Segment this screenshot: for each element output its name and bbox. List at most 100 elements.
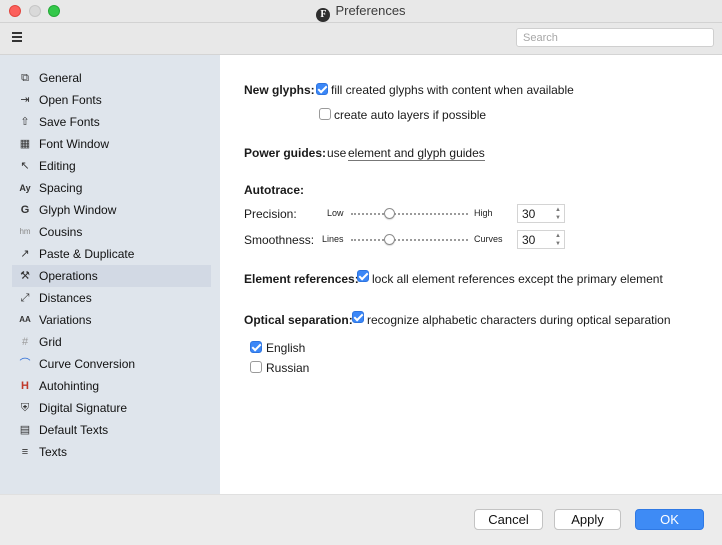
stepper-up-icon[interactable]: ▲ (555, 233, 561, 239)
sidebar-item-label: Cousins (39, 225, 83, 239)
sidebar-item-label: Autohinting (39, 379, 100, 393)
power-guides-prefix: use (327, 146, 347, 160)
glyph-window-icon: G (20, 204, 30, 216)
lock-references-checkbox[interactable] (357, 270, 369, 282)
sidebar-item-label: Texts (39, 445, 68, 459)
stepper-up-icon[interactable]: ▲ (555, 207, 561, 213)
sidebar-item-distances[interactable]: ⤢ Distances (12, 287, 211, 309)
sidebar-item-label: Operations (39, 269, 98, 283)
sidebar-item-default-texts[interactable]: ▤ Default Texts (12, 419, 211, 441)
fill-glyphs-text: fill created glyphs with content when av… (331, 83, 574, 97)
sidebar: ⧉ General ⇥ Open Fonts ⇧ Save Fonts ▦ Font W… (0, 55, 220, 494)
apply-button[interactable]: Apply (554, 509, 621, 530)
sidebar-item-label: Editing (39, 159, 76, 173)
smoothness-curves-label: Curves (474, 234, 503, 244)
optical-separation-label: Optical separation: (244, 313, 353, 327)
sidebar-item-label: Curve Conversion (39, 357, 136, 371)
russian-checkbox[interactable] (250, 361, 262, 373)
sidebar-item-label: Font Window (39, 137, 110, 151)
ok-button[interactable]: OK (635, 509, 704, 530)
hamburger-menu-icon[interactable] (12, 32, 22, 42)
element-glyph-guides-link[interactable]: element and glyph guides (348, 146, 485, 161)
sidebar-item-label: Save Fonts (39, 115, 100, 129)
sidebar-item-operations[interactable]: ⚒ Operations (12, 265, 211, 287)
autohinting-icon: H (21, 380, 29, 392)
app-icon: F (316, 8, 331, 22)
footer: Cancel Apply OK (0, 494, 722, 545)
window-title-text: Preferences (335, 3, 406, 18)
english-label: English (266, 341, 306, 355)
sidebar-item-label: Grid (39, 335, 62, 349)
sidebar-item-label: Glyph Window (39, 203, 117, 217)
fill-glyphs-checkbox[interactable] (316, 83, 328, 95)
operations-panel: New glyphs: fill created glyphs with con… (220, 55, 722, 494)
sidebar-item-general[interactable]: ⧉ General (12, 67, 211, 89)
smoothness-stepper[interactable]: 30 ▲ ▼ (517, 230, 565, 249)
precision-label: Precision: (244, 207, 297, 221)
smoothness-value[interactable]: 30 (522, 233, 535, 247)
auto-layers-checkbox[interactable] (319, 108, 331, 120)
variations-icon: AA (19, 315, 31, 324)
spacing-icon: Ay (19, 183, 31, 193)
sidebar-item-editing[interactable]: ↖ Editing (12, 155, 211, 177)
auto-layers-text: create auto layers if possible (334, 108, 487, 122)
wrench-icon: ⚒ (20, 270, 30, 282)
russian-label: Russian (266, 361, 310, 375)
sidebar-item-paste-duplicate[interactable]: ↗ Paste & Duplicate (12, 243, 211, 265)
lock-references-text: lock all element references except the p… (372, 272, 663, 286)
sidebar-item-label: Open Fonts (39, 93, 102, 107)
grid-icon: # (21, 336, 29, 348)
smoothness-lines-label: Lines (322, 234, 344, 244)
sidebar-item-autohinting[interactable]: H Autohinting (12, 375, 211, 397)
cancel-button[interactable]: Cancel (474, 509, 543, 530)
sidebar-item-label: Spacing (39, 181, 83, 195)
sidebar-item-save-fonts[interactable]: ⇧ Save Fonts (12, 111, 211, 133)
title-bar: F Preferences (0, 0, 722, 23)
stepper-down-icon[interactable]: ▼ (555, 215, 561, 221)
sidebar-item-font-window[interactable]: ▦ Font Window (12, 133, 211, 155)
smoothness-label: Smoothness: (244, 233, 315, 247)
sidebar-item-variations[interactable]: AA Variations (12, 309, 211, 331)
precision-high-label: High (474, 208, 493, 218)
sidebar-item-label: Paste & Duplicate (39, 247, 135, 261)
autotrace-label: Autotrace: (244, 183, 305, 197)
general-icon: ⧉ (21, 72, 29, 84)
sidebar-item-cousins[interactable]: hm Cousins (12, 221, 211, 243)
smoothness-slider-knob[interactable] (384, 234, 396, 245)
power-guides-label: Power guides: (244, 146, 327, 160)
sidebar-item-digital-signature[interactable]: ⛨ Digital Signature (12, 397, 211, 419)
open-fonts-icon: ⇥ (20, 94, 30, 106)
sidebar-item-label: Distances (39, 291, 92, 305)
stepper-down-icon[interactable]: ▼ (555, 241, 561, 247)
window-title: F Preferences (0, 3, 722, 22)
sidebar-item-texts[interactable]: ≡ Texts (12, 441, 211, 463)
element-references-label: Element references: (244, 272, 359, 286)
cousins-icon: hm (19, 227, 31, 236)
sidebar-item-grid[interactable]: # Grid (12, 331, 211, 353)
precision-slider-track[interactable] (351, 213, 468, 215)
sidebar-item-label: General (39, 71, 82, 85)
toolbar (0, 23, 722, 55)
paste-duplicate-icon: ↗ (20, 248, 30, 260)
precision-low-label: Low (327, 208, 344, 218)
english-checkbox[interactable] (250, 341, 262, 353)
precision-slider-knob[interactable] (384, 208, 396, 219)
precision-value[interactable]: 30 (522, 207, 535, 221)
search-input[interactable] (516, 28, 714, 47)
sidebar-item-label: Digital Signature (39, 401, 128, 415)
sidebar-item-label: Default Texts (39, 423, 109, 437)
sidebar-item-glyph-window[interactable]: G Glyph Window (12, 199, 211, 221)
precision-stepper[interactable]: 30 ▲ ▼ (517, 204, 565, 223)
sidebar-item-spacing[interactable]: Ay Spacing (12, 177, 211, 199)
texts-icon: ≡ (21, 446, 29, 458)
save-fonts-icon: ⇧ (20, 116, 30, 128)
sidebar-item-open-fonts[interactable]: ⇥ Open Fonts (12, 89, 211, 111)
distances-icon: ⤢ (20, 292, 30, 304)
shield-icon: ⛨ (20, 402, 30, 414)
recognize-alphabetic-text: recognize alphabetic characters during o… (367, 313, 671, 327)
default-texts-icon: ▤ (19, 424, 31, 436)
sidebar-item-curve-conversion[interactable]: ⌒ Curve Conversion (12, 353, 211, 375)
sidebar-item-label: Variations (39, 313, 92, 327)
recognize-alphabetic-checkbox[interactable] (352, 311, 364, 323)
smoothness-slider-track[interactable] (351, 239, 468, 241)
